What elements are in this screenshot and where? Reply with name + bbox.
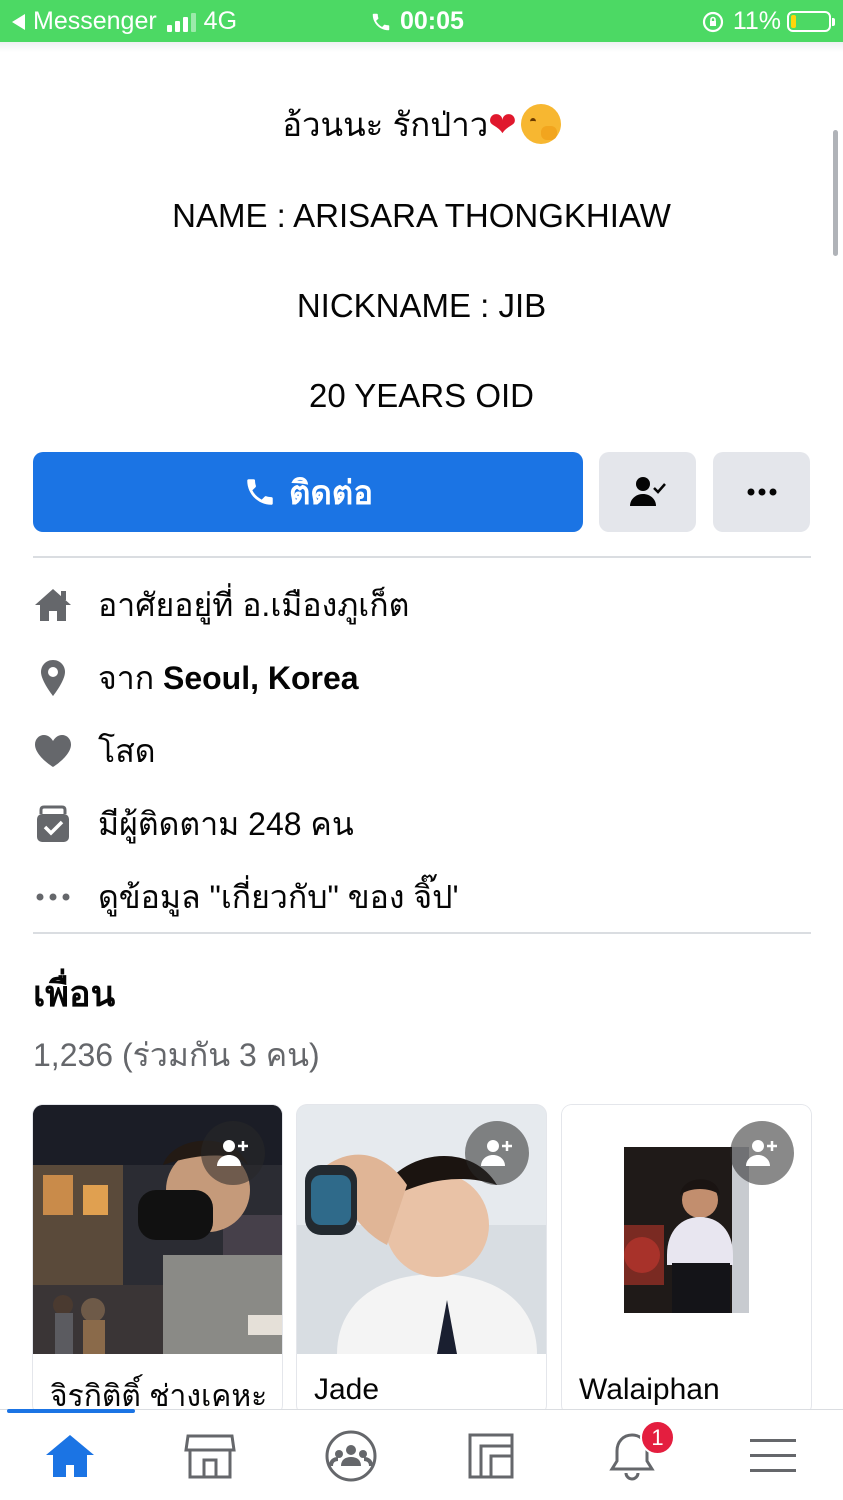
friends-count: 1,236 (ร่วมกัน 3 คน) <box>33 1037 320 1073</box>
active-tab-indicator <box>7 1409 135 1413</box>
divider <box>33 932 811 934</box>
home-icon <box>46 1434 94 1477</box>
nav-home[interactable] <box>0 1410 140 1500</box>
nav-groups[interactable] <box>281 1410 421 1500</box>
header-shadow <box>0 42 843 52</box>
info-row-lives-in[interactable]: อาศัยอยู่ที่ อ.เมืองภูเก็ต <box>33 580 811 630</box>
divider <box>33 556 811 558</box>
status-bar: Messenger 4G 00:05 11% <box>0 0 843 42</box>
rotation-lock-icon <box>702 11 723 32</box>
bio-name: NAME : ARISARA THONGKHIAW <box>172 197 671 234</box>
friend-card[interactable]: จิรกิติติ์ ช่างเคหะ <box>33 1105 282 1415</box>
marketplace-icon <box>184 1434 236 1478</box>
heart-icon <box>33 731 73 771</box>
nav-marketplace[interactable] <box>140 1410 280 1500</box>
info-text: โสด <box>98 732 156 769</box>
bottom-nav <box>0 1409 843 1500</box>
add-friend-icon <box>217 1140 248 1166</box>
phone-icon <box>247 479 273 505</box>
heart-emoji-icon: ❤ <box>488 106 517 144</box>
nav-pages[interactable] <box>421 1410 561 1500</box>
groups-icon <box>325 1430 377 1481</box>
phone-icon <box>372 13 390 30</box>
home-icon <box>33 585 73 625</box>
add-friend-icon <box>481 1140 512 1166</box>
friend-name[interactable]: Jade <box>314 1373 379 1407</box>
bio-line-1: อ้วนนะ รักป่าว❤ <box>0 98 843 151</box>
friend-card[interactable]: Jade <box>297 1105 546 1415</box>
bio-nickname: NICKNAME : JIB <box>296 287 547 324</box>
location-pin-icon <box>33 658 73 698</box>
pages-icon <box>468 1433 514 1478</box>
clock: 00:05 <box>400 7 464 35</box>
more-dots-icon <box>747 488 776 496</box>
info-row-followers[interactable]: มีผู้ติดตาม 248 คน <box>33 799 811 849</box>
friend-name[interactable]: Walaiphan <box>579 1373 720 1407</box>
notification-count-badge: 1 <box>640 1420 675 1455</box>
info-bold-text: Seoul, Korea <box>162 659 359 696</box>
bio-text: อ้วนนะ รักป่าว <box>282 106 489 143</box>
info-row-about[interactable]: ดูข้อมูล "เกี่ยวกับ" ของ จิ๊ป' <box>33 872 811 922</box>
add-friend-button[interactable] <box>465 1121 529 1185</box>
nav-notifications[interactable] <box>562 1410 702 1500</box>
add-friend-button[interactable] <box>201 1121 265 1185</box>
contact-label: ติดต่อ <box>288 473 374 511</box>
shushing-face-emoji-icon <box>520 104 561 144</box>
more-options-button[interactable] <box>713 452 810 532</box>
friends-status-button[interactable] <box>599 452 696 532</box>
friend-card[interactable]: Walaiphan <box>562 1105 811 1415</box>
info-text: อาศัยอยู่ที่ อ.เมืองภูเก็ต <box>98 586 410 623</box>
call-indicator[interactable]: 00:05 <box>370 7 464 36</box>
bio-age: 20 YEARS OID <box>309 377 534 414</box>
menu-icon <box>750 1438 796 1472</box>
network-label: 4G <box>203 7 238 35</box>
battery-percent: 11% <box>732 7 781 35</box>
battery-icon <box>787 11 835 32</box>
back-app-label: Messenger <box>33 7 157 35</box>
more-dots-icon <box>33 877 73 917</box>
info-row-relationship[interactable]: โสด <box>33 726 811 776</box>
back-to-app[interactable]: Messenger 4G <box>12 7 237 36</box>
signal-icon <box>166 12 196 32</box>
contact-button[interactable]: ติดต่อ <box>33 452 583 532</box>
status-right: 11% <box>701 7 835 36</box>
followers-icon <box>33 804 73 844</box>
info-text: มีผู้ติดตาม 248 คน <box>98 805 354 842</box>
nav-menu[interactable] <box>703 1410 843 1500</box>
back-arrow-icon <box>12 13 25 30</box>
info-text: จาก Seoul, Korea <box>98 659 359 696</box>
info-text: ดูข้อมูล "เกี่ยวกับ" ของ จิ๊ป' <box>98 878 459 915</box>
info-row-from[interactable]: จาก Seoul, Korea <box>33 653 811 703</box>
add-friend-icon <box>746 1140 777 1166</box>
friend-check-icon <box>629 477 666 506</box>
friends-title[interactable]: เพื่อน <box>33 965 115 1022</box>
add-friend-button[interactable] <box>730 1121 794 1185</box>
